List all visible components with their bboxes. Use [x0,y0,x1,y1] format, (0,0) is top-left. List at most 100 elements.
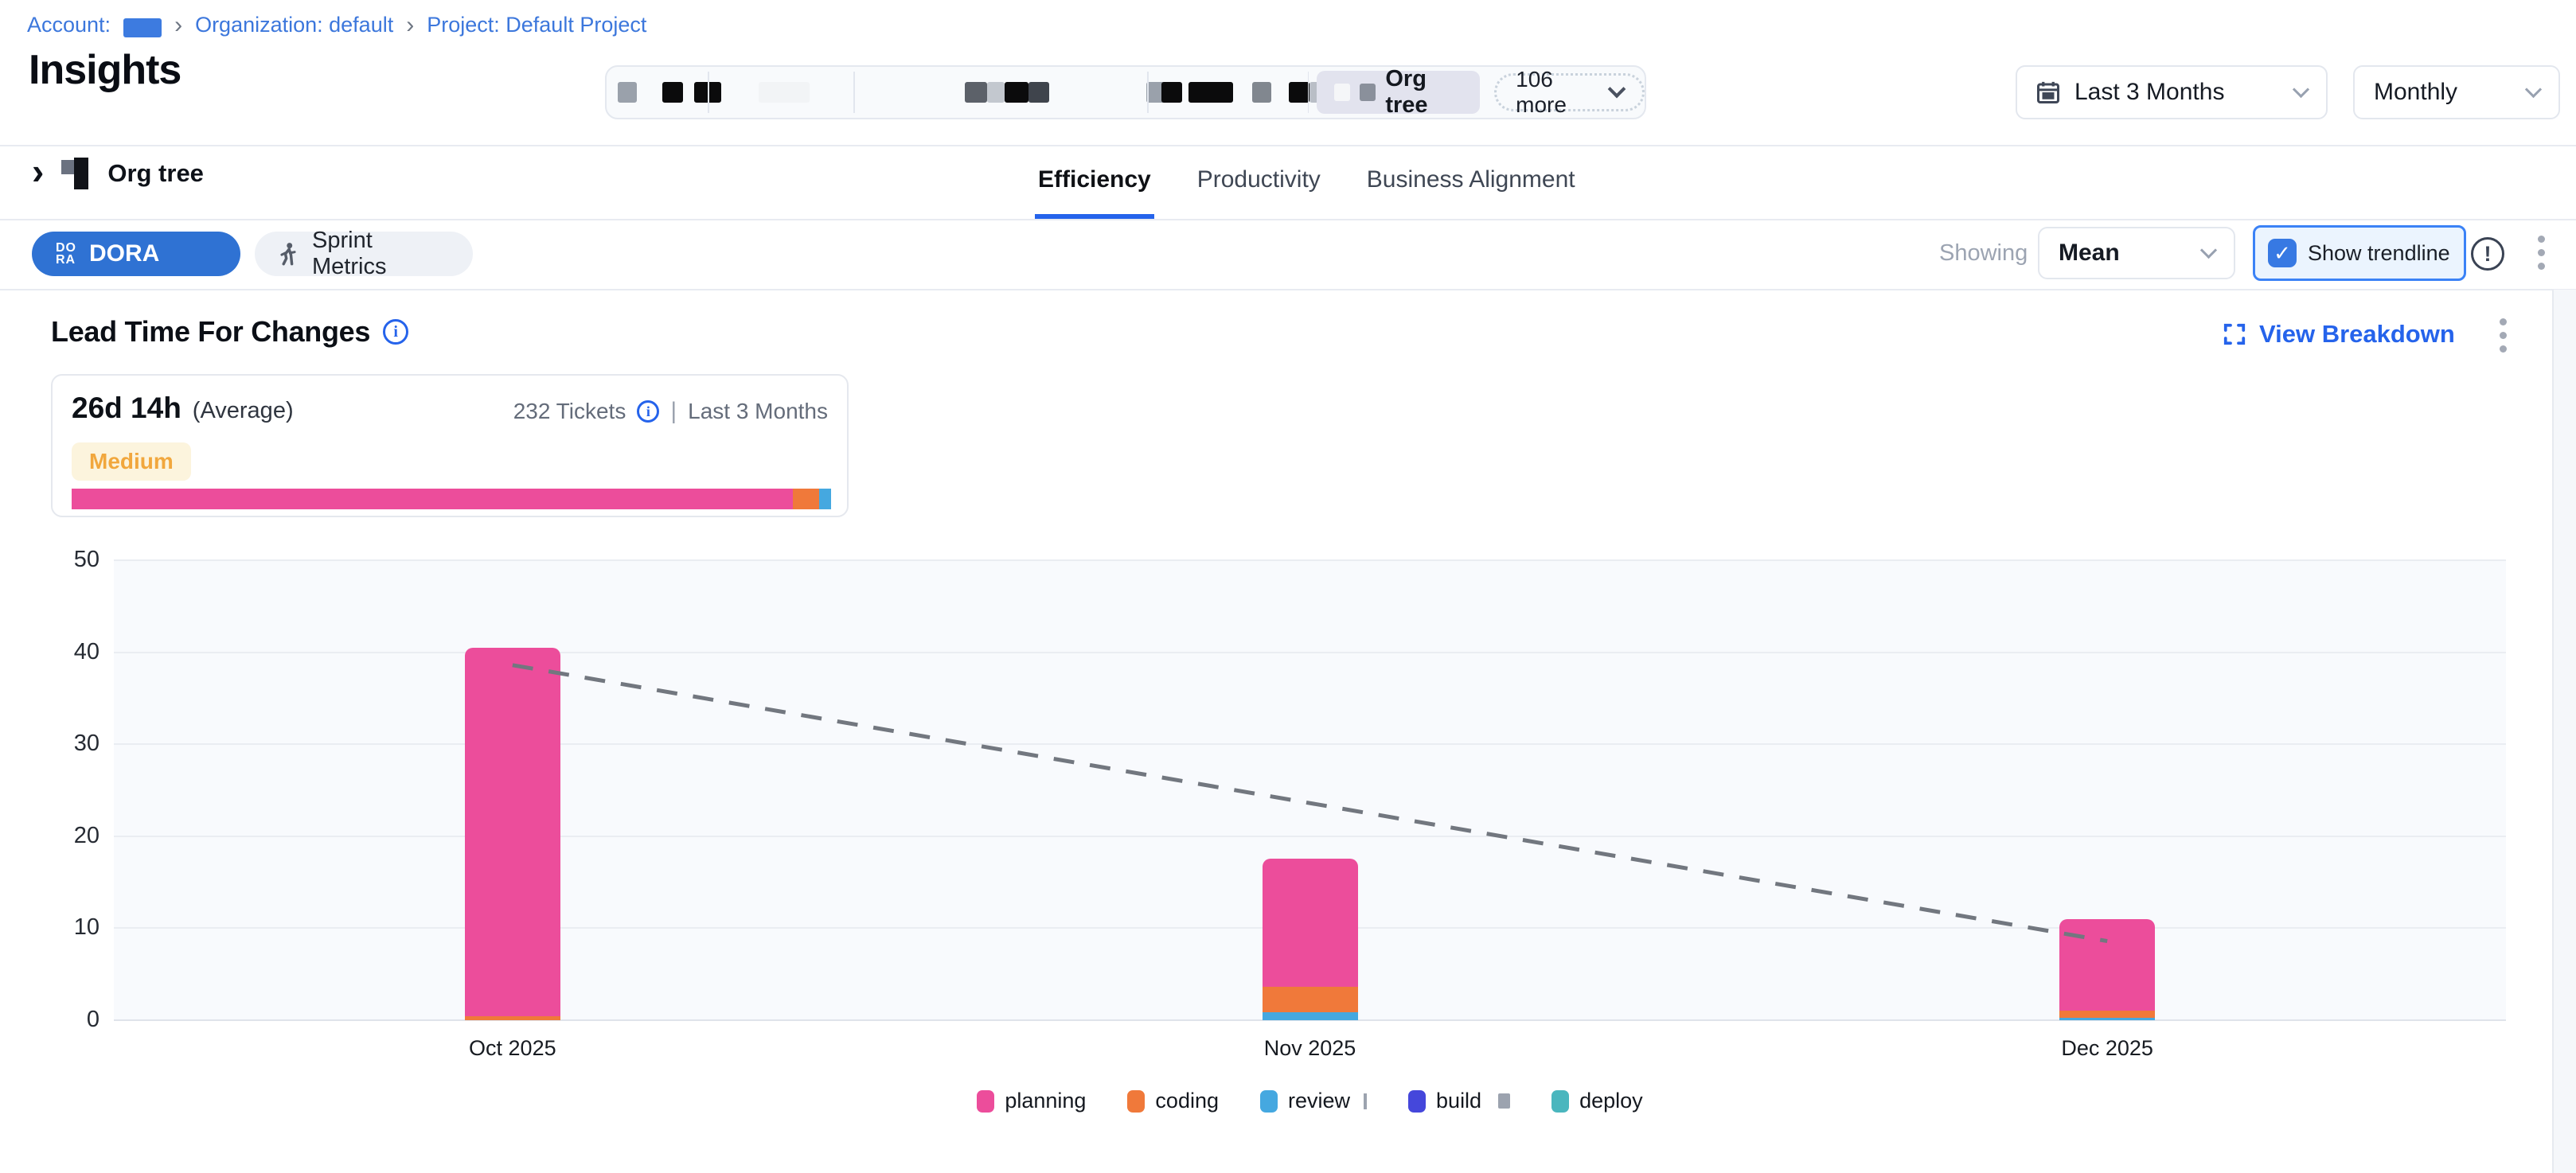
filter-group-3[interactable] [855,67,1147,118]
x-axis-label: Oct 2025 [417,1036,608,1061]
chart-legend: planning coding review build deploy [114,1089,2506,1113]
legend-item-planning[interactable]: planning [977,1089,1086,1113]
breadcrumb-separator-icon: › [406,16,414,35]
tab-business-alignment[interactable]: Business Alignment [1364,145,1579,219]
redacted-chip-icon [1334,84,1350,101]
distribution-segment-planning [72,489,793,509]
legend-swatch [977,1090,994,1113]
kebab-menu-icon[interactable] [2538,236,2545,270]
chevron-down-icon [1608,80,1626,99]
legend-label: coding [1155,1089,1219,1113]
divider [0,289,2576,290]
y-axis-tick: 20 [16,823,100,849]
insights-page: Account: › Organization: default › Proje… [0,0,2576,1173]
filter-toolbar: Org tree 106 more [605,65,1646,119]
calendar-icon [2036,80,2060,104]
y-axis-tick: 30 [16,731,100,757]
date-range-value: Last 3 Months [2074,79,2281,106]
aggregation-select[interactable]: Mean [2038,227,2235,279]
breadcrumb-organization-link[interactable]: Organization: default [195,13,393,37]
dora-label: DORA [89,240,159,267]
info-icon[interactable]: i [383,319,408,345]
filter-group-2[interactable] [709,67,853,118]
legend-label: planning [1005,1089,1086,1113]
page-title: Insights [29,46,181,94]
x-axis-label: Nov 2025 [1215,1036,1406,1061]
kebab-menu-icon[interactable] [2500,318,2507,353]
filter-group-4[interactable] [1149,67,1308,118]
metric-title: Lead Time For Changes [51,315,370,349]
granularity-value: Monthly [2374,79,2513,106]
legend-label: review [1288,1089,1350,1113]
category-tabs: Efficiency Productivity Business Alignment [1035,145,1579,219]
redacted-filter-item [987,82,1005,103]
legend-swatch [1127,1090,1145,1113]
breadcrumb-account-redacted[interactable] [123,18,162,37]
legend-label: deploy [1579,1089,1643,1113]
trendline-checkbox[interactable]: ✓ [2268,239,2297,267]
legend-swatch [1551,1090,1569,1113]
redacted-filter-item [1005,82,1028,103]
metric-header: Lead Time For Changes i [51,315,408,349]
legend-swatch [1260,1090,1278,1113]
info-icon[interactable]: i [637,400,659,423]
stage-distribution-bar [72,489,831,509]
showing-label: Showing [1939,240,2028,267]
legend-item-deploy[interactable]: deploy [1551,1089,1643,1113]
dora-logo-icon: DO RA [56,242,76,266]
alert-info-icon[interactable]: ! [2471,237,2504,271]
running-person-icon [277,242,299,266]
tab-productivity[interactable]: Productivity [1194,145,1324,219]
summary-qualifier: (Average) [193,398,294,424]
rating-badge: Medium [72,442,191,481]
distribution-segment-coding [793,489,818,509]
date-range-select[interactable]: Last 3 Months [2016,65,2328,119]
chevron-down-icon [2525,80,2542,97]
summary-value: 26d 14h [72,392,181,425]
legend-item-review[interactable]: review [1260,1089,1367,1113]
filter-chip-org-tree[interactable]: Org tree [1317,71,1480,114]
summary-card: 26d 14h (Average) 232 Tickets i | Last 3… [51,374,849,517]
y-axis-tick: 50 [16,547,100,573]
legend-label: build [1436,1089,1481,1113]
page-gutter [2552,290,2576,1173]
redacted-filter-item [1252,82,1271,103]
group-label: Org tree [107,159,204,188]
filter-group-1[interactable] [607,67,708,118]
legend-item-build[interactable]: build [1408,1089,1510,1113]
redacted-filter-item [965,82,987,103]
x-axis-label: Dec 2025 [2012,1036,2203,1061]
sprint-metrics-toggle-button[interactable]: Sprint Metrics [255,232,473,276]
group-header: › Org tree [32,158,204,189]
breadcrumb: Account: › Organization: default › Proje… [27,13,646,37]
tab-efficiency[interactable]: Efficiency [1035,145,1154,219]
view-breakdown-button[interactable]: View Breakdown [2223,320,2455,349]
expand-chevron-icon[interactable]: › [32,153,44,189]
redacted-filter-item [1289,82,1309,103]
granularity-select[interactable]: Monthly [2353,65,2560,119]
redacted-mark [1364,1093,1367,1109]
dora-toggle-button[interactable]: DO RA DORA [32,232,240,276]
org-tree-icon [61,158,90,189]
more-filters-button[interactable]: 106 more [1494,73,1645,111]
redacted-filter-item [1188,82,1233,103]
trendline-label: Show trendline [2308,241,2450,266]
y-axis-tick: 40 [16,639,100,665]
redacted-filter-item [1028,82,1049,103]
y-axis-tick: 10 [16,914,100,941]
view-breakdown-label: View Breakdown [2259,320,2455,349]
legend-item-coding[interactable]: coding [1127,1089,1219,1113]
aggregation-value: Mean [2059,240,2188,267]
chevron-down-icon [2293,80,2309,97]
expand-icon [2223,322,2246,346]
breadcrumb-project-link[interactable]: Project: Default Project [427,13,646,37]
meta-divider: | [670,398,677,425]
breadcrumb-account-label[interactable]: Account: [27,13,111,37]
filter-chip-label: Org tree [1385,66,1462,119]
trendline [114,560,2506,1020]
breadcrumb-separator-icon: › [174,16,182,35]
sprint-metrics-label: Sprint Metrics [312,228,451,280]
toolbar-divider [1308,72,1309,113]
show-trendline-toggle[interactable]: ✓ Show trendline [2253,225,2466,281]
tickets-count: 232 Tickets [513,399,626,424]
